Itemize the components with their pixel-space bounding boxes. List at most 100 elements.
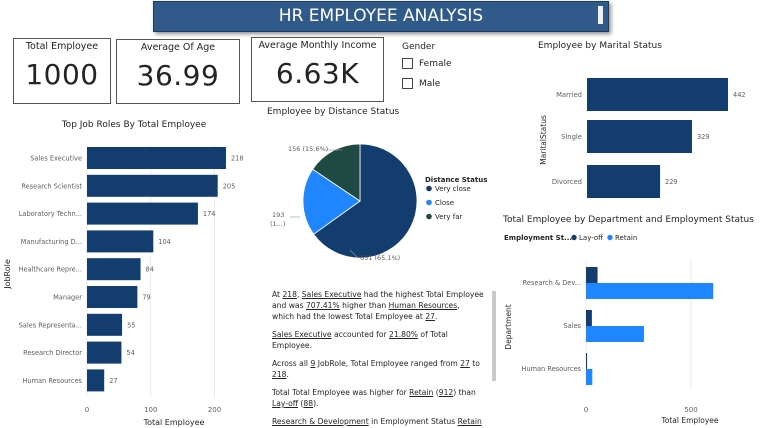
data-label: 27: [109, 377, 117, 385]
bar: [87, 313, 123, 336]
narrative-paragraph: Research & Development in Employment Sta…: [272, 417, 482, 426]
category-label: Single: [561, 133, 582, 141]
kpi-total-employee: Total Employee 1000: [13, 38, 111, 104]
category-label: Sales: [563, 322, 581, 330]
category-label: Sales Executive: [30, 155, 82, 163]
kpi-label: Total Employee: [25, 41, 99, 52]
data-label: 229: [665, 178, 678, 186]
bar: [87, 147, 226, 169]
category-label: Sales Representa...: [19, 321, 82, 329]
narrative-paragraph: At 218, Sales Executive had the highest …: [272, 290, 484, 321]
slicer-option-label: Female: [419, 58, 452, 69]
data-label: 205: [223, 182, 236, 190]
data-label: 54: [126, 349, 134, 357]
slicer-option-female[interactable]: Female: [402, 58, 472, 69]
category-label: Married: [556, 91, 582, 99]
scroll-thumb[interactable]: [598, 6, 603, 24]
legend-label: Very far: [435, 213, 463, 221]
slicer-title: Gender: [402, 42, 436, 52]
data-label: 55: [127, 321, 135, 329]
bar: [586, 283, 714, 299]
kpi-value: 36.99: [136, 59, 220, 92]
kpi-value: 1000: [25, 58, 99, 91]
legend-label-retain: Retain: [615, 234, 637, 242]
legend-label-layoff: Lay-off: [579, 234, 603, 242]
x-tick-label: 0: [584, 406, 588, 414]
category-label: Human Resources: [521, 365, 581, 373]
kpi-average-income: Average Monthly Income 6.63K: [251, 37, 384, 102]
bar: [586, 310, 592, 326]
bar: [87, 258, 141, 281]
legend-label: Very close: [435, 185, 471, 193]
bar: [87, 286, 138, 308]
bar: [87, 230, 154, 253]
chart-title: Top Job Roles By Total Employee: [61, 120, 207, 130]
category-label: Manufacturing D...: [21, 238, 82, 246]
legend-marker: [426, 213, 432, 220]
category-label: Human Resources: [22, 377, 82, 385]
kpi-value: 6.63K: [275, 57, 360, 90]
job-roles-chart: Top Job Roles By Total Employee JobRole …: [3, 120, 244, 427]
distance-chart-title: Employee by Distance Status: [267, 107, 400, 117]
distance-chart: 156 (15.6%) 193 (1...) 651 (65.1%) Dista…: [270, 143, 487, 262]
legend-marker: [426, 199, 432, 206]
bar: [586, 353, 588, 369]
narrative-paragraph: Sales Executive accounted for 21.80% of …: [272, 330, 448, 350]
legend-marker: [426, 185, 432, 192]
narrative-paragraph: Total Total Employee was higher for Reta…: [272, 388, 476, 408]
checkbox-female[interactable]: [402, 58, 413, 69]
marital-chart-title: Employee by Marital Status: [538, 41, 662, 51]
narrative-scrollbar[interactable]: [492, 291, 496, 381]
gender-slicer: Gender Female Male: [402, 42, 472, 89]
data-label: 174: [203, 210, 216, 218]
category-label: Laboratory Techn...: [19, 210, 82, 218]
data-label: 79: [142, 294, 150, 302]
legend-title: Distance Status: [425, 176, 487, 184]
bar: [87, 174, 218, 197]
dashboard-title: HR EMPLOYEE ANALYSIS: [278, 6, 484, 26]
legend-label: Close: [435, 199, 454, 207]
bar: [87, 202, 198, 225]
kpi-average-age: Average Of Age 36.99: [116, 39, 240, 104]
dashboard-title-bar: HR EMPLOYEE ANALYSIS: [153, 1, 609, 32]
slice-label-very-close: 651 (65.1%): [360, 254, 400, 262]
legend-marker-layoff: [571, 234, 577, 241]
slicer-option-male[interactable]: Male: [402, 78, 472, 89]
slicer-option-label: Male: [419, 78, 441, 89]
data-label: 218: [231, 155, 244, 163]
category-label: Healthcare Repre...: [19, 266, 82, 274]
marital-chart: MaritalStatus Married 442 Single 329 Divorce…: [539, 78, 746, 198]
category-label: Manager: [53, 294, 82, 302]
x-axis-label: Total Employee: [143, 418, 205, 427]
kpi-label: Average Of Age: [140, 42, 216, 53]
y-axis-label: JobRole: [3, 259, 12, 290]
legend-marker-retain: [607, 234, 613, 241]
data-label: 329: [697, 133, 710, 141]
bar: [587, 165, 661, 198]
x-tick-label: 200: [208, 406, 221, 414]
x-tick-label: 100: [144, 406, 157, 414]
data-label: 104: [158, 238, 171, 246]
smart-narrative: At 218, Sales Executive had the highest …: [272, 289, 484, 428]
slice-label-very-far: 156 (15.6%): [288, 145, 328, 153]
data-label: 84: [146, 266, 154, 274]
bar: [87, 341, 122, 364]
bar: [587, 78, 728, 111]
y-axis-label: MaritalStatus: [539, 115, 548, 165]
category-label: Research Director: [23, 349, 82, 357]
dept-chart-title: Total Employee by Department and Employm…: [503, 215, 754, 225]
slice-label-close-pct: (1...): [270, 220, 285, 228]
kpi-label: Average Monthly Income: [258, 40, 377, 51]
x-tick-label: 0: [85, 406, 89, 414]
bar: [586, 326, 644, 342]
data-label: 442: [733, 91, 746, 99]
category-label: Research Scientist: [21, 182, 82, 190]
legend-title: Employment St...: [504, 234, 572, 242]
x-axis-label: Total Employee: [660, 416, 718, 425]
checkbox-male[interactable]: [402, 78, 413, 89]
x-tick-label: 500: [684, 406, 697, 414]
dept-chart: Employment St... Lay-off Retain Departme…: [504, 234, 719, 425]
bar: [587, 120, 692, 153]
y-axis-label: Department: [504, 304, 513, 349]
bar: [586, 267, 598, 283]
